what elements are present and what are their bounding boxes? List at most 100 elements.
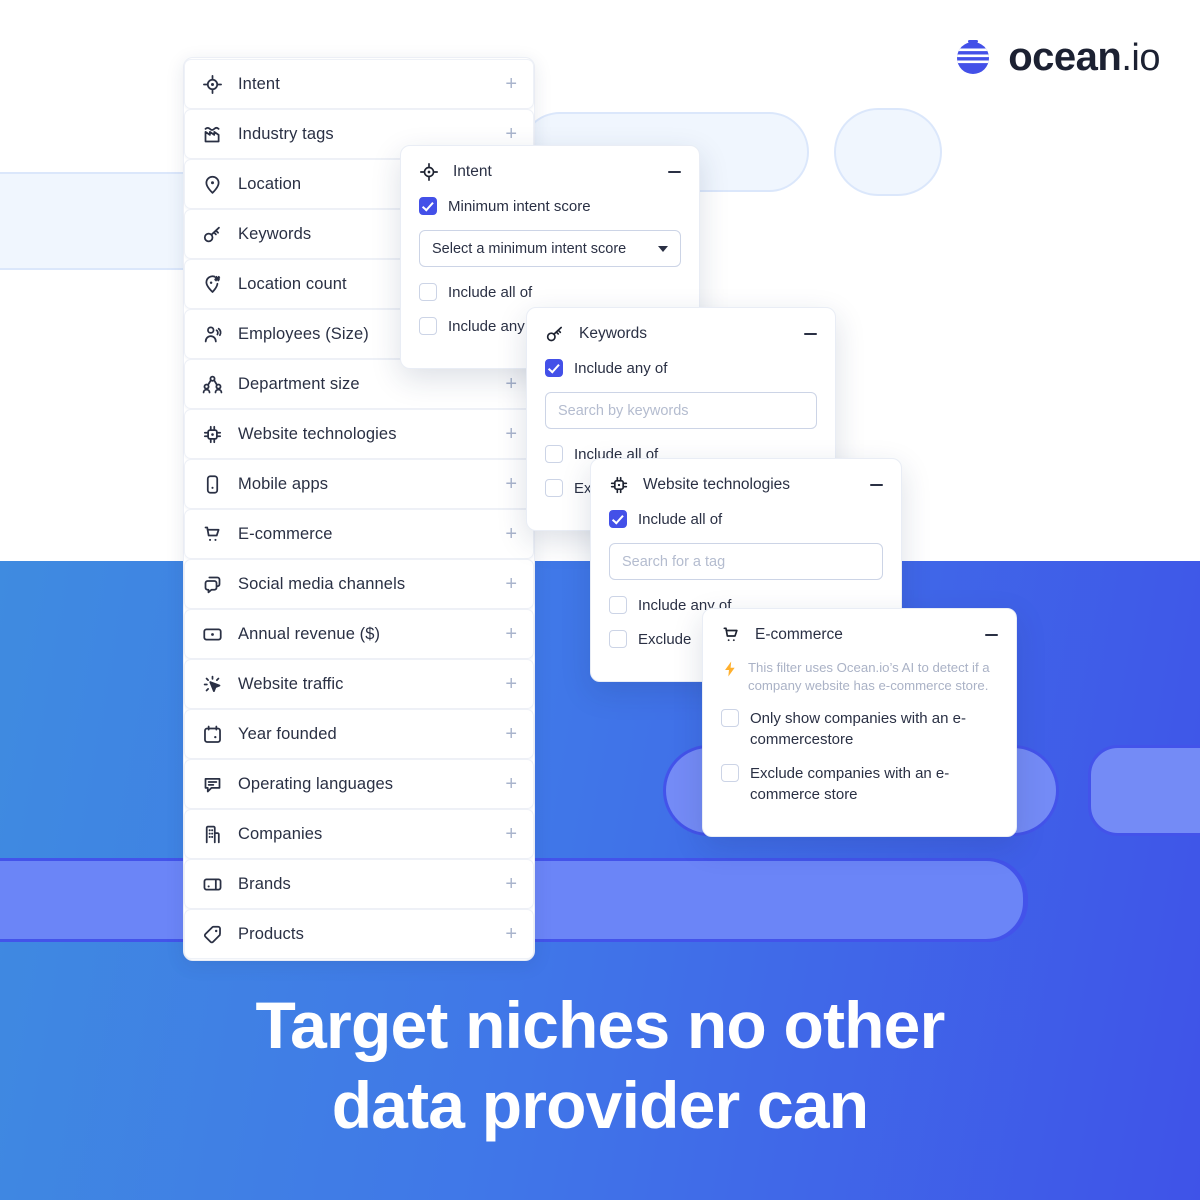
add-filter-icon[interactable]: + [505,824,517,844]
collapse-icon[interactable] [985,633,998,637]
checkbox-minimum-intent-score[interactable]: Minimum intent score [419,196,681,217]
checkbox-include-any-of[interactable]: Include any of [545,358,817,379]
add-filter-icon[interactable]: + [505,74,517,94]
checkbox-box[interactable] [545,479,563,497]
panel-website-technologies-header: Website technologies [609,475,883,495]
filter-row[interactable]: E-commerce + [184,509,534,559]
checkbox-box[interactable] [545,445,563,463]
key-icon [201,223,223,245]
filter-row[interactable]: Products + [184,909,534,959]
collapse-icon[interactable] [804,332,817,336]
checkbox-box[interactable] [419,283,437,301]
ocean-io-logo: ocean .io [952,36,1160,78]
input-placeholder: Search by keywords [558,402,689,419]
add-filter-icon[interactable]: + [505,474,517,494]
calendar-icon [201,723,223,745]
checkbox-box[interactable] [609,630,627,648]
filter-row[interactable]: Social media channels + [184,559,534,609]
shopping-cart-icon [201,523,223,545]
checkbox-box[interactable] [721,709,739,727]
filter-row-label: Intent [238,74,280,93]
checkbox-label: Exclude companies with an e-commerce sto… [750,765,950,803]
ocean-globe-icon [952,36,994,78]
filter-row[interactable]: Annual revenue ($) + [184,609,534,659]
filter-row[interactable]: Intent + [184,59,534,109]
mobile-phone-icon [201,473,223,495]
checkbox-box[interactable] [545,359,563,377]
panel-keywords-title: Keywords [579,325,648,342]
banknote-icon [201,623,223,645]
filter-row[interactable]: Mobile apps + [184,459,534,509]
cursor-click-icon [201,673,223,695]
collapse-icon[interactable] [668,170,681,174]
panel-keywords-header: Keywords [545,324,817,344]
add-filter-icon[interactable]: + [505,874,517,894]
panel-intent-title: Intent [453,163,492,180]
factory-icon [201,123,223,145]
collapse-icon[interactable] [870,483,883,487]
price-tag-icon [201,923,223,945]
panel-ecommerce-title: E-commerce [755,626,843,643]
filter-row-label: E-commerce [238,524,333,543]
checkbox-include-all-of[interactable]: Include all of [609,509,883,530]
lightning-bolt-icon [721,660,739,683]
map-pin-icon [201,173,223,195]
panel-website-technologies-title: Website technologies [643,476,791,493]
chip-icon [609,475,629,495]
select-minimum-intent-score[interactable]: Select a minimum intent score [419,230,681,267]
filter-row-label: Website technologies [238,424,397,443]
filter-row[interactable]: Website technologies + [184,409,534,459]
filter-row-label: Social media channels [238,574,406,593]
filter-row-label: Department size [238,374,360,393]
add-filter-icon[interactable]: + [505,574,517,594]
filter-row[interactable]: Companies + [184,809,534,859]
add-filter-icon[interactable]: + [505,524,517,544]
pin-hash-icon [201,273,223,295]
add-filter-icon[interactable]: + [505,674,517,694]
add-filter-icon[interactable]: + [505,924,517,944]
filter-row-label: Mobile apps [238,474,329,493]
add-filter-icon[interactable]: + [505,624,517,644]
checkbox-box[interactable] [609,510,627,528]
checkbox-label: Only show companies with an e-commercest… [750,710,966,748]
checkbox-box[interactable] [609,596,627,614]
building-icon [201,823,223,845]
filter-row[interactable]: Website traffic + [184,659,534,709]
filter-row[interactable]: Operating languages + [184,759,534,809]
filter-row[interactable]: Brands + [184,859,534,909]
checkbox-include-all-of[interactable]: Include all of [419,282,681,303]
filter-row-label: Website traffic [238,674,344,693]
filter-row[interactable]: Year founded + [184,709,534,759]
filter-row-label: Industry tags [238,124,334,143]
checkbox-exclude-ecommerce[interactable]: Exclude companies with an e-commerce sto… [721,763,998,805]
ai-note-text: This filter uses Ocean.io’s AI to detect… [748,660,990,693]
decorative-circle [834,108,942,196]
brand-panel-icon [201,873,223,895]
checkbox-label: Include any of [574,360,668,377]
ai-note: This filter uses Ocean.io’s AI to detect… [721,659,998,695]
filter-row-label: Annual revenue ($) [238,624,381,643]
decorative-blue-pill-b [1088,745,1200,836]
logo-name: ocean [1008,35,1122,79]
add-filter-icon[interactable]: + [505,774,517,794]
checkbox-box[interactable] [419,197,437,215]
people-group-icon [201,373,223,395]
panel-intent-header: Intent [419,162,681,182]
speech-bubble-icon [201,773,223,795]
keywords-search-input[interactable]: Search by keywords [545,392,817,429]
headline-line-2: data provider can [331,1068,869,1142]
checkbox-label: Exclude [638,631,692,648]
tag-search-input[interactable]: Search for a tag [609,543,883,580]
add-filter-icon[interactable]: + [505,724,517,744]
add-filter-icon[interactable]: + [505,124,517,144]
checkbox-box[interactable] [721,764,739,782]
checkbox-only-show-ecommerce[interactable]: Only show companies with an e-commercest… [721,708,998,750]
input-placeholder: Search for a tag [622,553,726,570]
checkbox-label: Include all of [448,284,533,301]
panel-ecommerce: E-commerce This filter uses Ocean.io’s A… [702,608,1017,837]
add-filter-icon[interactable]: + [505,374,517,394]
promo-graphic: ocean.io Intent+Industry tags+Location+K… [0,0,1200,1200]
checkbox-box[interactable] [419,317,437,335]
add-filter-icon[interactable]: + [505,424,517,444]
key-icon [545,324,565,344]
